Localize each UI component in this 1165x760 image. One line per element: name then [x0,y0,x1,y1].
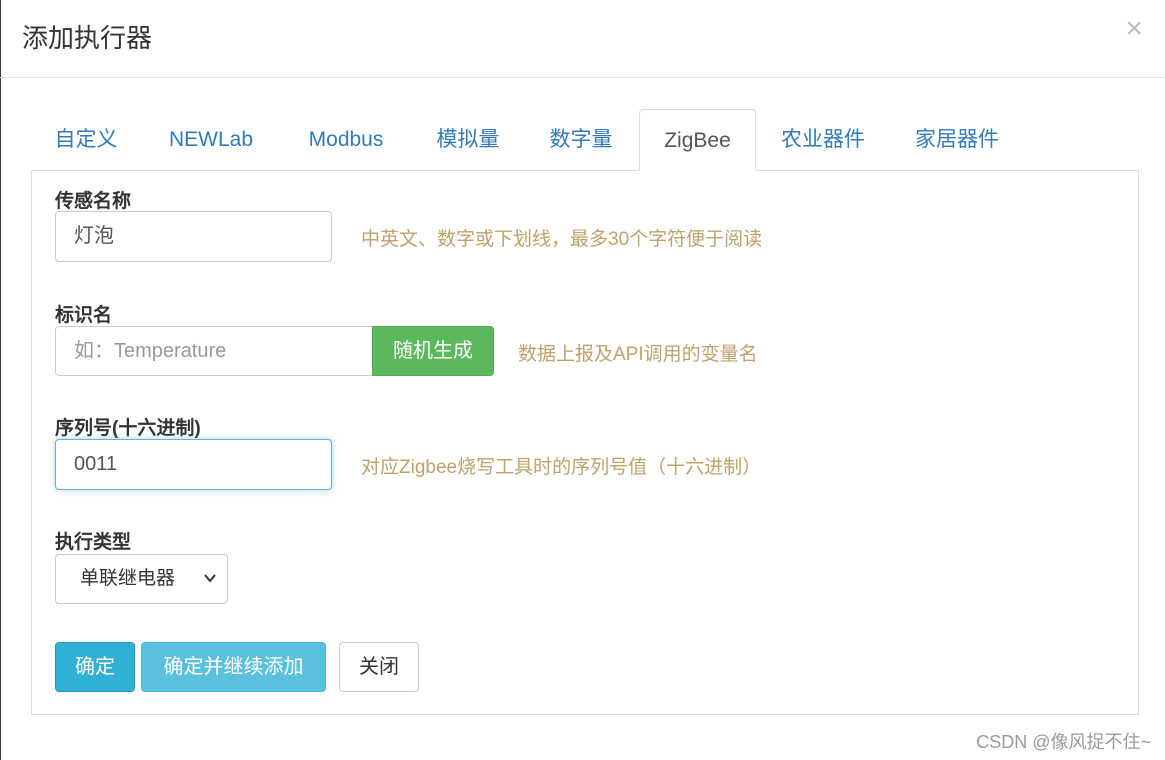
serial-label: 序列号(十六进制) [55,418,201,439]
exec-type-select[interactable]: 单联继电器 [55,554,228,604]
ok-button[interactable]: 确定 [55,642,135,692]
serial-input[interactable]: 0011 [55,439,332,490]
tab-analog[interactable]: 模拟量 [436,109,500,171]
chevron-down-icon [203,555,217,622]
modal-title: 添加执行器 [22,23,153,53]
identifier-input[interactable]: 如：Temperature [55,326,373,376]
modal-left-edge [0,0,1,760]
tab-zigbee[interactable]: ZigBee [639,109,756,171]
sensor-name-help: 中英文、数字或下划线，最多30个字符便于阅读 [361,229,763,250]
tab-newlab[interactable]: NEWLab [167,109,255,171]
tab-agriculture[interactable]: 农业器件 [780,109,866,171]
random-generate-button[interactable]: 随机生成 [372,326,494,376]
exec-type-selected: 单联继电器 [80,568,176,589]
identifier-placeholder: 如：Temperature [74,340,227,362]
identifier-help: 数据上报及API调用的变量名 [518,344,758,365]
sensor-name-value: 灯泡 [74,225,114,247]
identifier-label: 标识名 [55,305,113,326]
tab-home[interactable]: 家居器件 [914,109,1000,171]
watermark: CSDN @像风捉不住~ [976,732,1151,752]
close-button[interactable]: 关闭 [339,642,419,692]
modal-header: 添加执行器 × [0,0,1165,78]
tab-bar: 自定义 NEWLab Modbus 模拟量 数字量 ZigBee 农业器件 家居… [31,109,1139,171]
sensor-name-input[interactable]: 灯泡 [55,211,332,262]
tab-custom[interactable]: 自定义 [54,109,118,171]
serial-value: 0011 [74,453,118,475]
serial-help: 对应Zigbee烧写工具时的序列号值（十六进制） [361,457,762,478]
tab-modbus[interactable]: Modbus [303,109,389,171]
ok-continue-button[interactable]: 确定并继续添加 [141,642,326,692]
tab-digital[interactable]: 数字量 [549,109,613,171]
exec-type-label: 执行类型 [55,532,132,553]
close-icon[interactable]: × [1125,14,1143,44]
sensor-name-label: 传感名称 [55,191,132,212]
